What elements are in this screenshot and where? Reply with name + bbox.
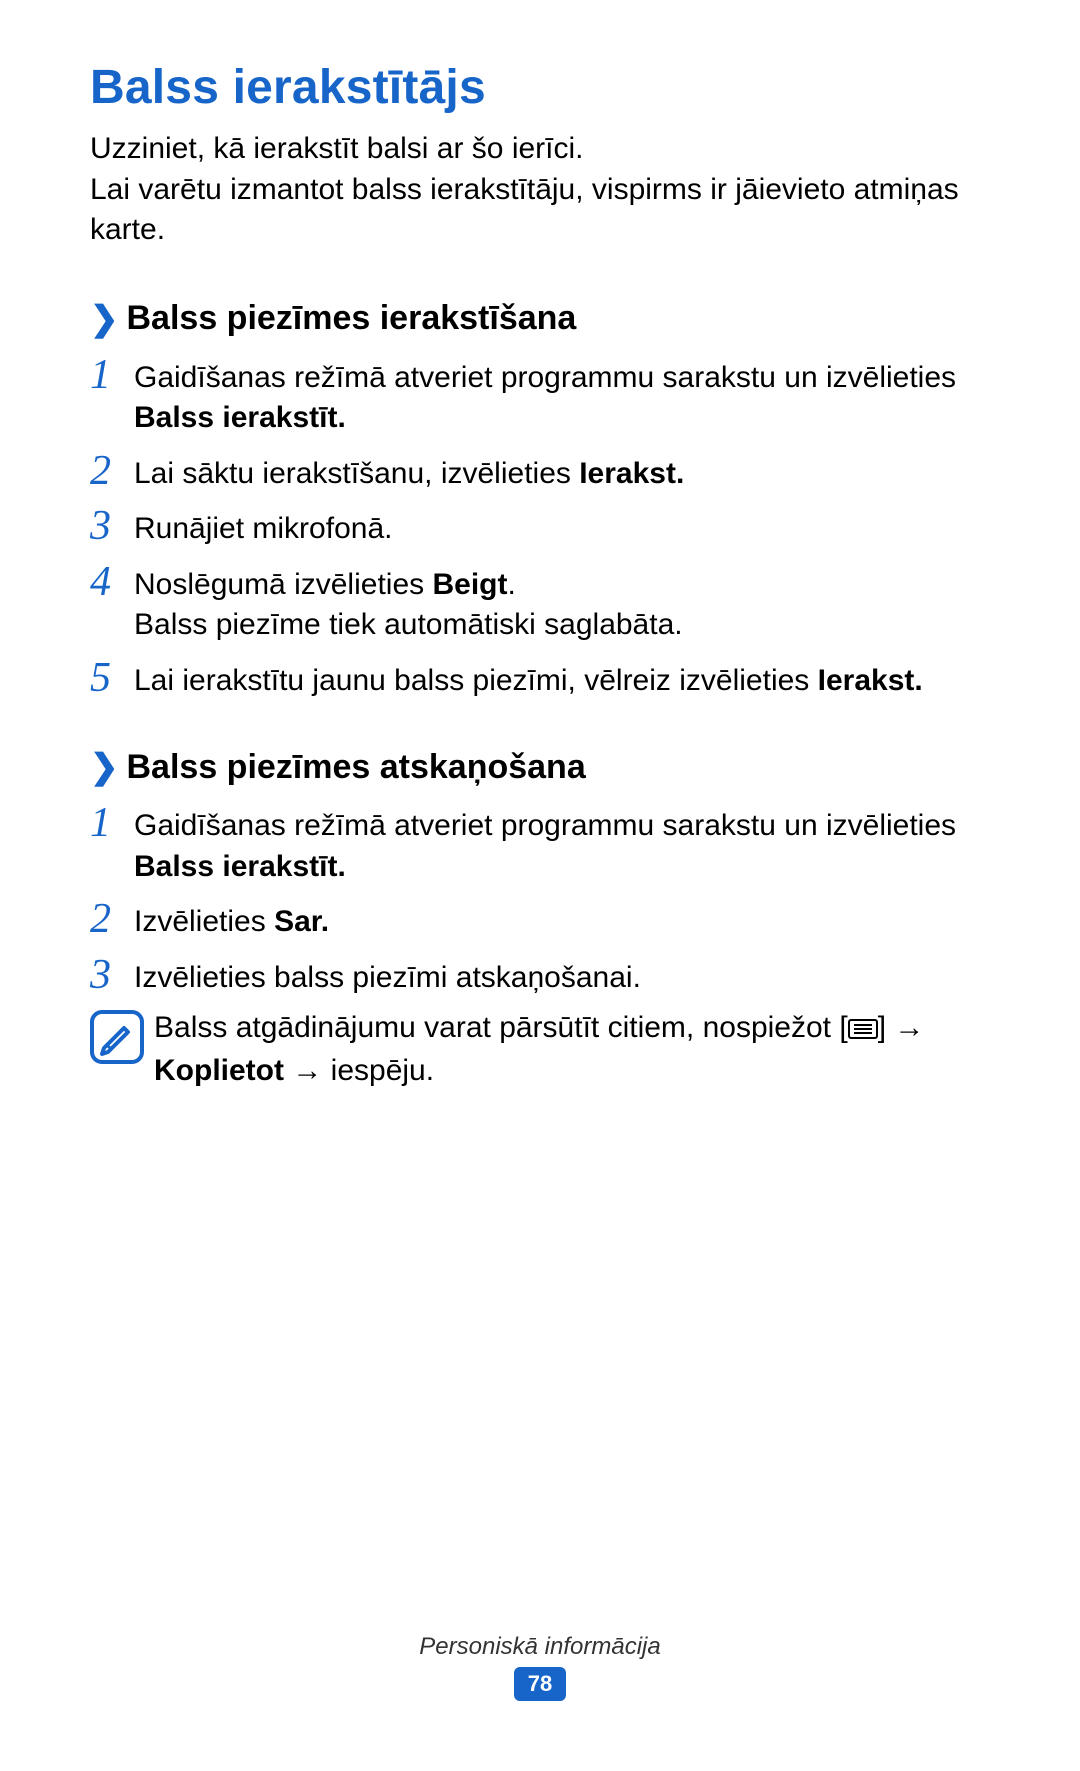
page-number-badge: 78: [514, 1667, 566, 1701]
step-item: 3 Runājiet mikrofonā.: [90, 504, 990, 550]
footer-section-name: Personiskā informācija: [0, 1633, 1080, 1661]
step-body: Izvēlieties balss piezīmi atskaņošanai.: [134, 953, 641, 999]
intro-line1: Uzziniet, kā ierakstīt balsi ar šo ierīc…: [90, 132, 584, 165]
step-number: 2: [90, 897, 134, 941]
step-item: 1 Gaidīšanas režīmā atveriet programmu s…: [90, 353, 990, 439]
step-body: Runājiet mikrofonā.: [134, 504, 392, 550]
step-item: 2 Izvēlieties Sar.: [90, 897, 990, 943]
step-list-playback: 1 Gaidīšanas režīmā atveriet programmu s…: [90, 801, 990, 1091]
note-body: Balss atgādinājumu varat pārsūtīt citiem…: [154, 1008, 984, 1091]
page-title: Balss ierakstītājs: [90, 60, 990, 115]
step-body: Lai sāktu ierakstīšanu, izvēlieties Iera…: [134, 449, 684, 495]
chevron-right-icon: ❯: [90, 299, 119, 339]
menu-icon: [848, 1010, 878, 1051]
step-body: Gaidīšanas režīmā atveriet programmu sar…: [134, 801, 964, 887]
step-item: 1 Gaidīšanas režīmā atveriet programmu s…: [90, 801, 990, 887]
step-item: 5 Lai ierakstītu jaunu balss piezīmi, vē…: [90, 656, 990, 702]
step-body: Noslēgumā izvēlieties Beigt. Balss piezī…: [134, 560, 683, 646]
section-heading-text: Balss piezīmes atskaņošana: [127, 748, 586, 787]
step-item: 4 Noslēgumā izvēlieties Beigt. Balss pie…: [90, 560, 990, 646]
step-list-recording: 1 Gaidīšanas režīmā atveriet programmu s…: [90, 353, 990, 702]
document-page: Balss ierakstītājs Uzziniet, kā ierakstī…: [0, 0, 1080, 1771]
section-heading-playback: ❯ Balss piezīmes atskaņošana: [90, 747, 990, 787]
step-item: 2 Lai sāktu ierakstīšanu, izvēlieties Ie…: [90, 449, 990, 495]
step-number: 4: [90, 560, 134, 604]
step-number: 2: [90, 449, 134, 493]
note-row: Balss atgādinājumu varat pārsūtīt citiem…: [90, 1008, 990, 1091]
page-footer: Personiskā informācija 78: [0, 1633, 1080, 1701]
section-heading-text: Balss piezīmes ierakstīšana: [127, 299, 577, 338]
step-number: 1: [90, 801, 134, 845]
intro-text: Uzziniet, kā ierakstīt balsi ar šo ierīc…: [90, 129, 970, 251]
step-number: 5: [90, 656, 134, 700]
chevron-right-icon: ❯: [90, 747, 119, 787]
step-body: Gaidīšanas režīmā atveriet programmu sar…: [134, 353, 964, 439]
step-number: 3: [90, 504, 134, 548]
step-body: Lai ierakstītu jaunu balss piezīmi, vēlr…: [134, 656, 923, 702]
step-body: Izvēlieties Sar.: [134, 897, 329, 943]
step-item: 3 Izvēlieties balss piezīmi atskaņošanai…: [90, 953, 990, 999]
step-number: 3: [90, 953, 134, 997]
intro-line2: Lai varētu izmantot balss ierakstītāju, …: [90, 173, 959, 247]
pencil-note-icon: [90, 1010, 144, 1064]
step-number: 1: [90, 353, 134, 397]
section-heading-recording: ❯ Balss piezīmes ierakstīšana: [90, 299, 990, 339]
